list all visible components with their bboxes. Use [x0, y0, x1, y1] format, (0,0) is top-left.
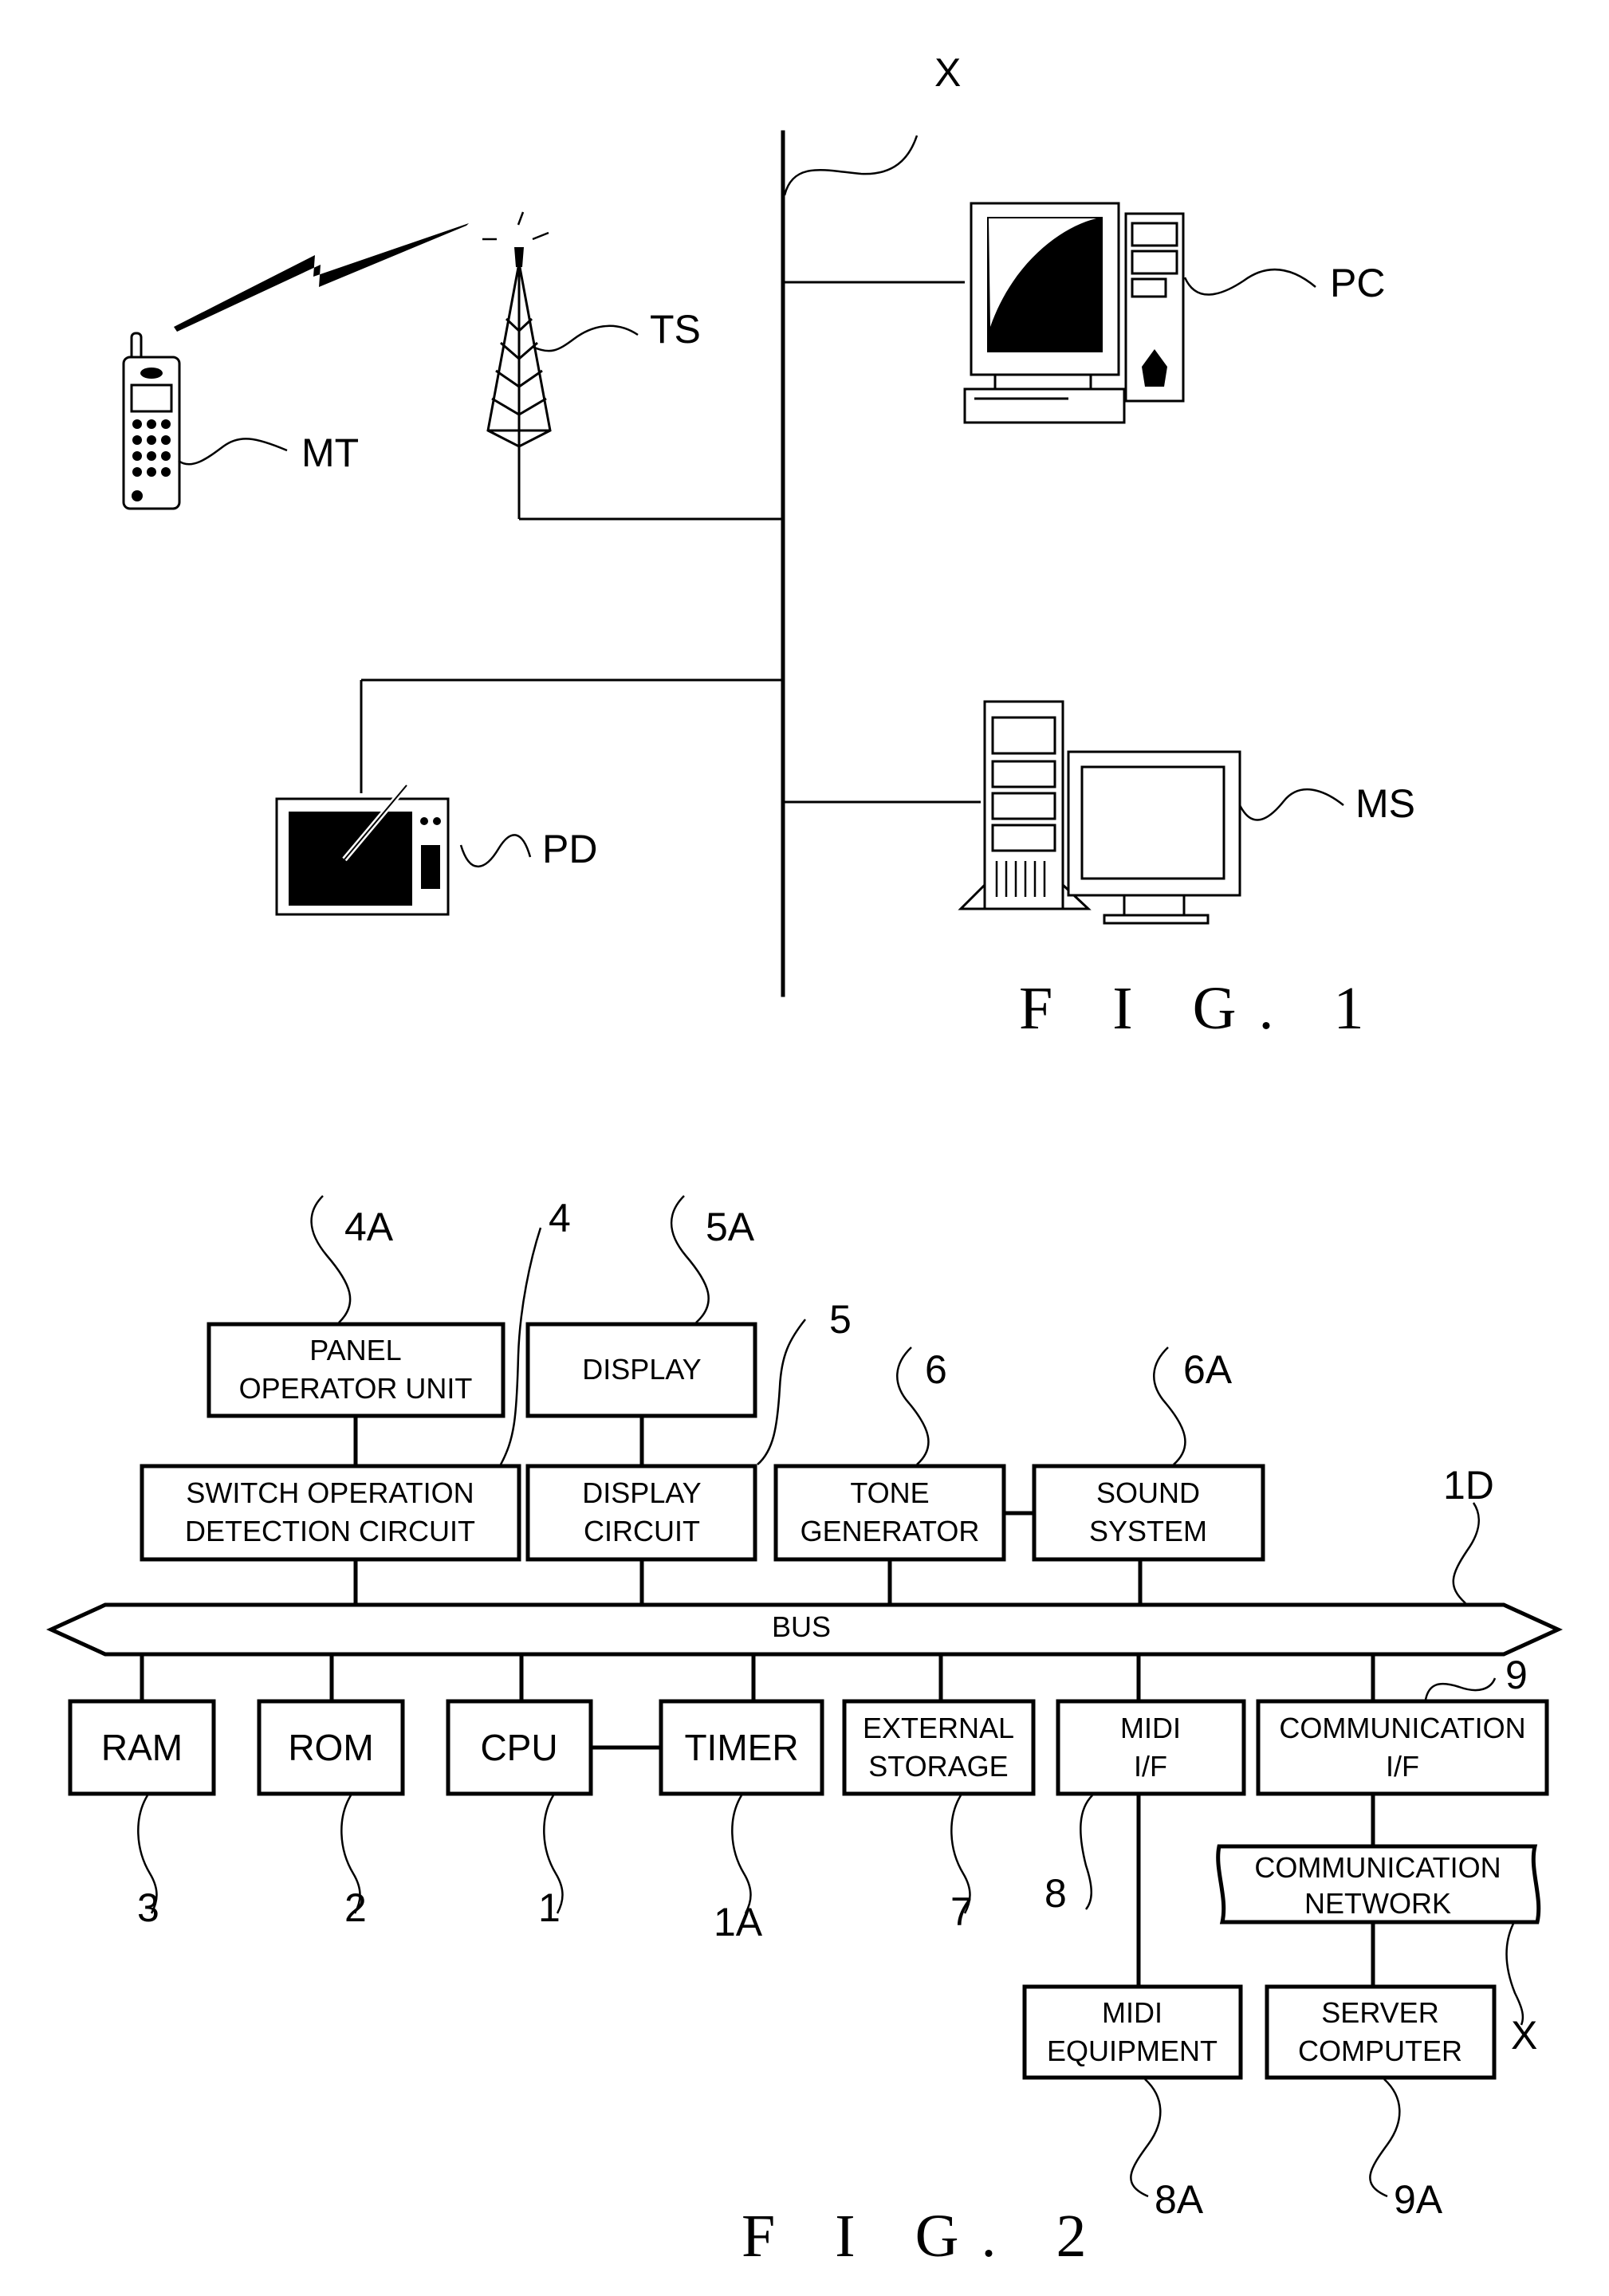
svg-text:I/F: I/F [1134, 1750, 1167, 1783]
svg-text:GENERATOR: GENERATOR [801, 1515, 980, 1547]
leader-8 [1080, 1795, 1093, 1910]
leader-5a [670, 1195, 710, 1323]
leader-1d [1452, 1502, 1480, 1604]
label-pd: PD [542, 827, 597, 871]
svg-text:RAM: RAM [101, 1727, 183, 1768]
block-communication-if: COMMUNICATION I/F [1256, 1699, 1549, 1796]
block-tone-generator: TONE GENERATOR [773, 1464, 1006, 1562]
leader-6 [896, 1347, 930, 1465]
svg-text:SYSTEM: SYSTEM [1089, 1515, 1207, 1547]
svg-text:DISPLAY: DISPLAY [582, 1476, 701, 1509]
ref-2: 2 [344, 1885, 367, 1930]
svg-text:MIDI: MIDI [1102, 1996, 1162, 2029]
ref-3: 3 [137, 1885, 159, 1930]
ref-x-network: X [1511, 2013, 1537, 2058]
block-rom: ROM [257, 1699, 405, 1796]
svg-text:OPERATOR UNIT: OPERATOR UNIT [239, 1372, 473, 1405]
svg-text:DETECTION CIRCUIT: DETECTION CIRCUIT [185, 1515, 475, 1547]
svg-text:NETWORK: NETWORK [1304, 1887, 1451, 1920]
label-ms: MS [1355, 781, 1415, 826]
label-mt: MT [301, 431, 359, 475]
leader-pc [1183, 268, 1316, 296]
svg-text:STORAGE: STORAGE [868, 1750, 1008, 1783]
svg-text:MIDI: MIDI [1120, 1712, 1181, 1744]
svg-text:TONE: TONE [850, 1476, 929, 1509]
figure-2: PANEL OPERATOR UNIT 4A DISPLAY 5A SWITCH… [45, 1195, 1564, 2270]
svg-text:I/F: I/F [1386, 1750, 1419, 1783]
label-x: X [934, 50, 961, 95]
svg-text:ROM: ROM [288, 1727, 373, 1768]
block-display-circuit: DISPLAY CIRCUIT [525, 1464, 757, 1562]
ref-7: 7 [950, 1889, 973, 1934]
leader-9 [1424, 1677, 1497, 1700]
block-display: DISPLAY [525, 1322, 757, 1418]
svg-text:CPU: CPU [480, 1727, 557, 1768]
block-server-computer: SERVER COMPUTER [1265, 1984, 1497, 2080]
leader-pd [459, 834, 532, 868]
ref-1d: 1D [1443, 1463, 1494, 1508]
svg-text:CIRCUIT: CIRCUIT [584, 1515, 700, 1547]
svg-text:SWITCH OPERATION: SWITCH OPERATION [186, 1476, 474, 1509]
block-ram: RAM [68, 1699, 216, 1796]
svg-text:DISPLAY: DISPLAY [582, 1353, 701, 1386]
svg-text:PANEL: PANEL [309, 1334, 401, 1366]
label-ts: TS [650, 307, 701, 352]
leader-mt [178, 438, 288, 466]
svg-text:EQUIPMENT: EQUIPMENT [1047, 2035, 1218, 2067]
ref-5a: 5A [706, 1205, 755, 1249]
block-communication-network: COMMUNICATION NETWORK [1216, 1844, 1541, 1924]
server-icon [958, 700, 1241, 925]
block-panel-operator-unit: PANEL OPERATOR UNIT [207, 1322, 506, 1418]
leader-1a [731, 1795, 752, 1914]
figure-2-caption: F I G. 2 [742, 2203, 1108, 2270]
block-timer: TIMER [659, 1699, 824, 1796]
ref-4: 4 [549, 1196, 571, 1240]
block-cpu: CPU [446, 1699, 593, 1796]
leader-x [783, 135, 919, 196]
svg-text:TIMER: TIMER [684, 1727, 798, 1768]
ref-9: 9 [1505, 1653, 1528, 1697]
bus-label: BUS [772, 1610, 831, 1643]
block-sound-system: SOUND SYSTEM [1032, 1464, 1265, 1562]
ref-6: 6 [925, 1347, 947, 1392]
svg-text:EXTERNAL: EXTERNAL [863, 1712, 1014, 1744]
block-switch-operation-detection-circuit: SWITCH OPERATION DETECTION CIRCUIT [140, 1464, 521, 1562]
mobile-phone-icon [122, 332, 181, 510]
leader-5 [757, 1319, 806, 1465]
ref-6a: 6A [1183, 1347, 1233, 1392]
ref-1a: 1A [714, 1900, 763, 1944]
figure-1: X PC TS MT PD MS F I G. 1 [122, 50, 1415, 1042]
leader-ts [532, 324, 639, 352]
patent-drawing-sheet: X PC TS MT PD MS F I G. 1 PANEL OPERATOR… [45, 50, 1564, 2270]
svg-text:COMMUNICATION: COMMUNICATION [1279, 1712, 1525, 1744]
figure-1-caption: F I G. 1 [1019, 975, 1386, 1042]
svg-text:COMPUTER: COMPUTER [1298, 2035, 1462, 2067]
ref-8a: 8A [1155, 2177, 1204, 2222]
svg-text:COMMUNICATION: COMMUNICATION [1254, 1851, 1501, 1884]
leader-x-network [1505, 1923, 1524, 2026]
ref-9a: 9A [1394, 2177, 1443, 2222]
tower-icon [482, 211, 552, 448]
ref-1: 1 [538, 1885, 561, 1930]
ref-8: 8 [1044, 1871, 1067, 1916]
svg-text:SOUND: SOUND [1096, 1476, 1200, 1509]
block-midi-if: MIDI I/F [1056, 1699, 1246, 1796]
leader-6a [1153, 1347, 1186, 1465]
block-external-storage: EXTERNAL STORAGE [842, 1699, 1036, 1796]
label-pc: PC [1330, 261, 1385, 305]
svg-text:SERVER: SERVER [1321, 1996, 1438, 2029]
block-midi-equipment: MIDI EQUIPMENT [1022, 1984, 1243, 2080]
pc-icon [963, 202, 1185, 424]
ref-4a: 4A [344, 1205, 394, 1249]
leader-ms [1238, 788, 1344, 821]
ref-5: 5 [829, 1297, 852, 1342]
wireless-link-icon [174, 223, 469, 332]
pen-tablet-icon [275, 783, 450, 916]
